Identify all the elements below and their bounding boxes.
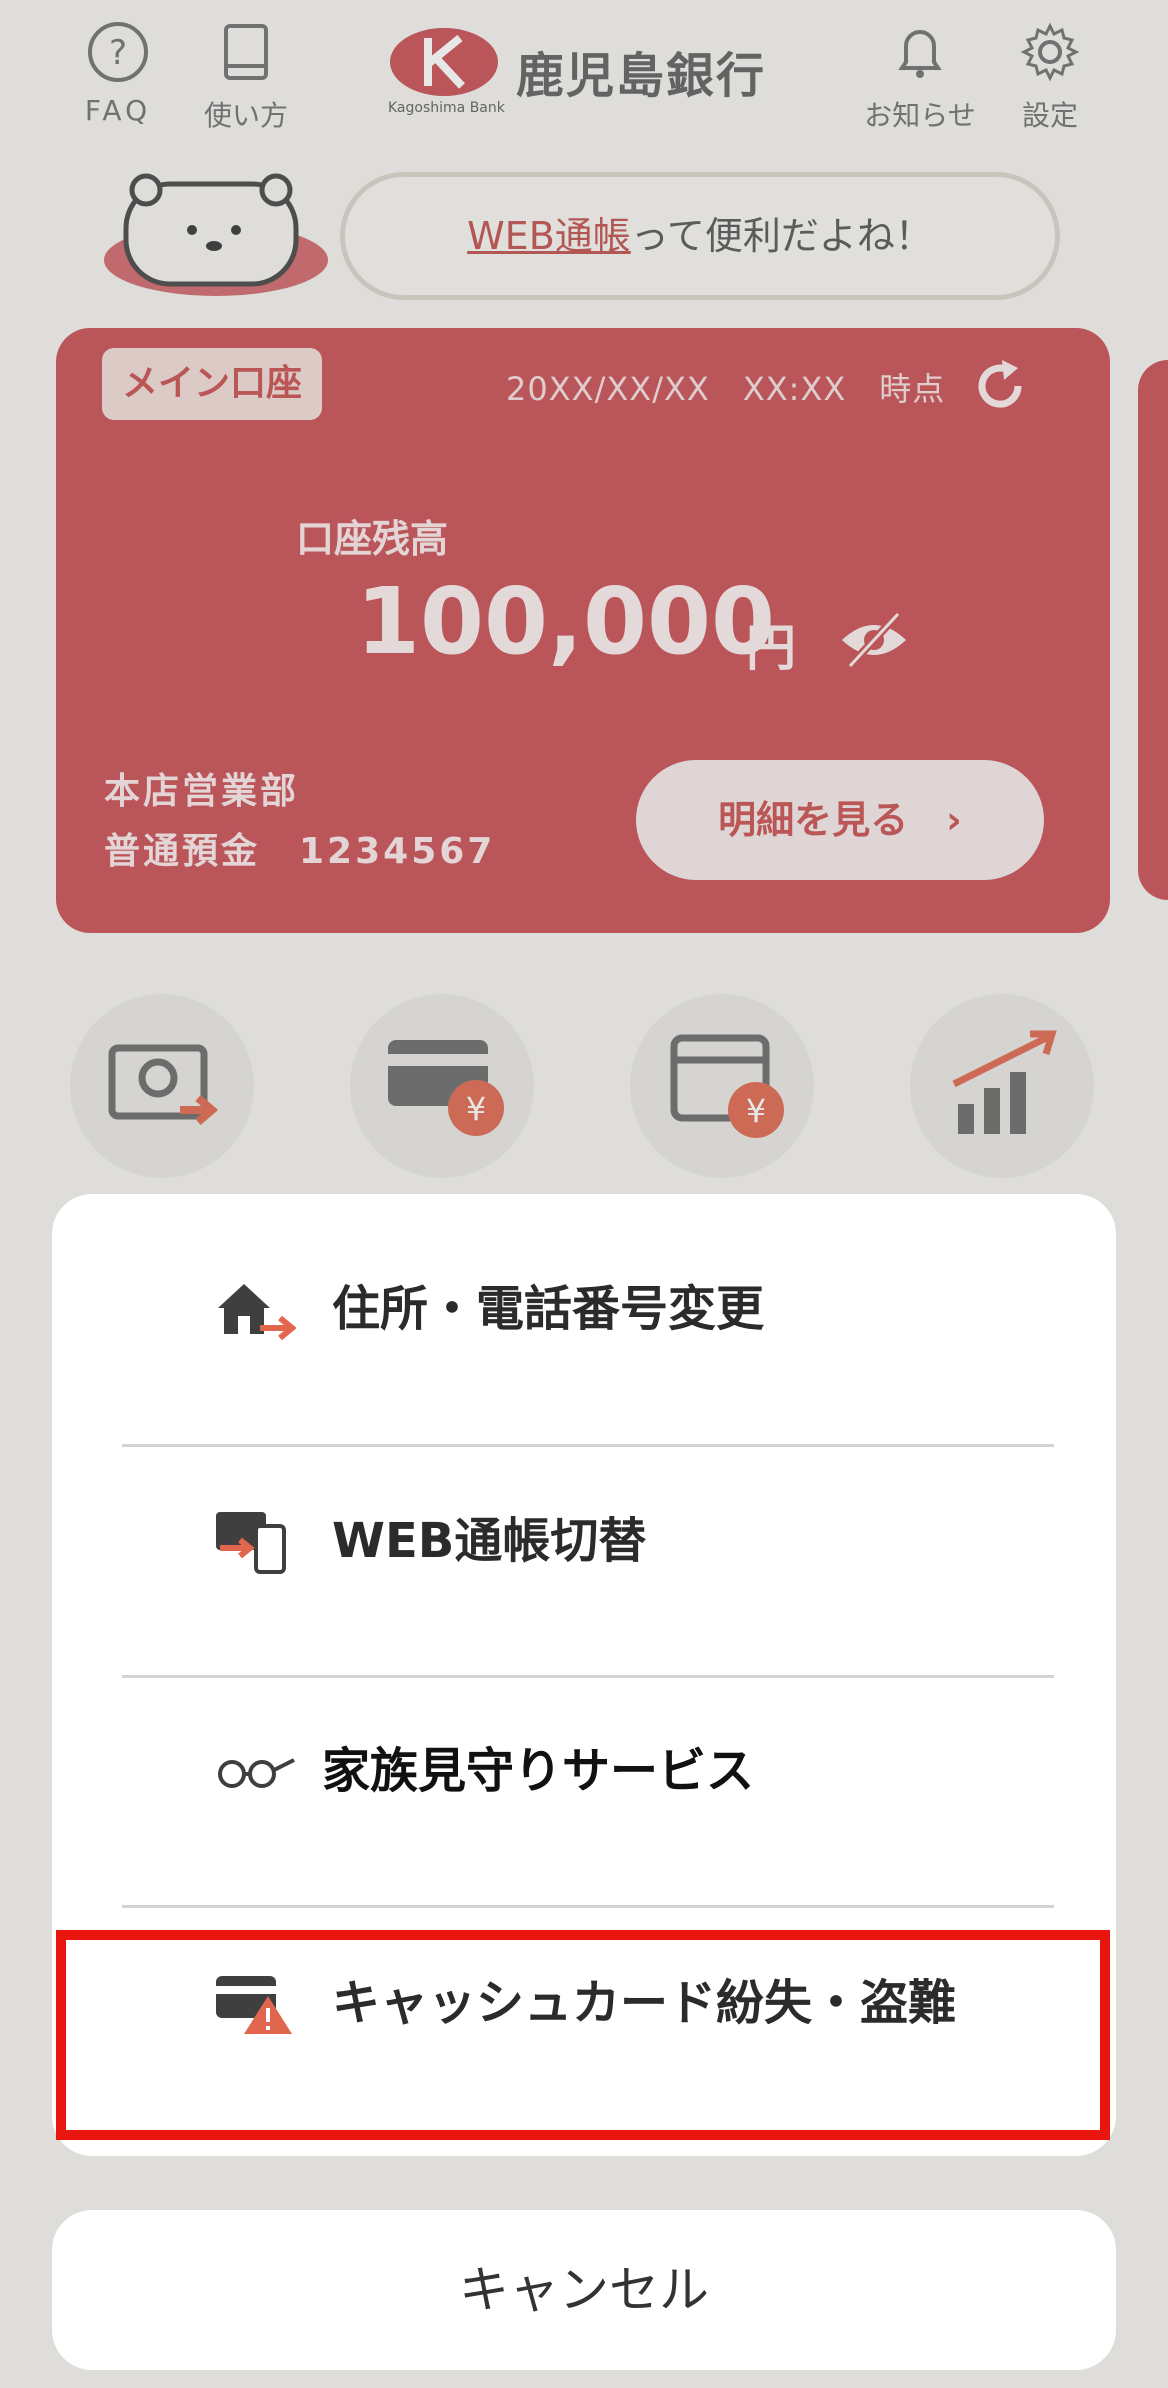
menu-item-webpassbook[interactable]: WEB通帳切替 <box>122 1426 1052 1656</box>
passbook-switch-icon <box>216 1512 286 1574</box>
menu-item-label: WEB通帳切替 <box>332 1513 647 1569</box>
menu-divider <box>122 1905 1054 1908</box>
house-arrow-icon <box>218 1284 296 1341</box>
selection-highlight <box>56 1930 1110 2140</box>
menu-item-address-change[interactable]: 住所・電話番号変更 <box>122 1194 1052 1424</box>
menu-divider <box>122 1675 1054 1678</box>
menu-item-family-watch[interactable]: 家族見守りサービス <box>122 1656 1052 1886</box>
glasses-icon <box>218 1758 295 1788</box>
menu-item-label: 住所・電話番号変更 <box>332 1281 765 1337</box>
cancel-button[interactable]: キャンセル <box>52 2210 1116 2370</box>
home-screen: ? FAQ 使い方 鹿児島銀行 Kagoshima Bank お知らせ 設定 W… <box>0 0 1168 2388</box>
menu-item-label: 家族見守りサービス <box>322 1743 755 1799</box>
menu-divider <box>122 1444 1054 1447</box>
